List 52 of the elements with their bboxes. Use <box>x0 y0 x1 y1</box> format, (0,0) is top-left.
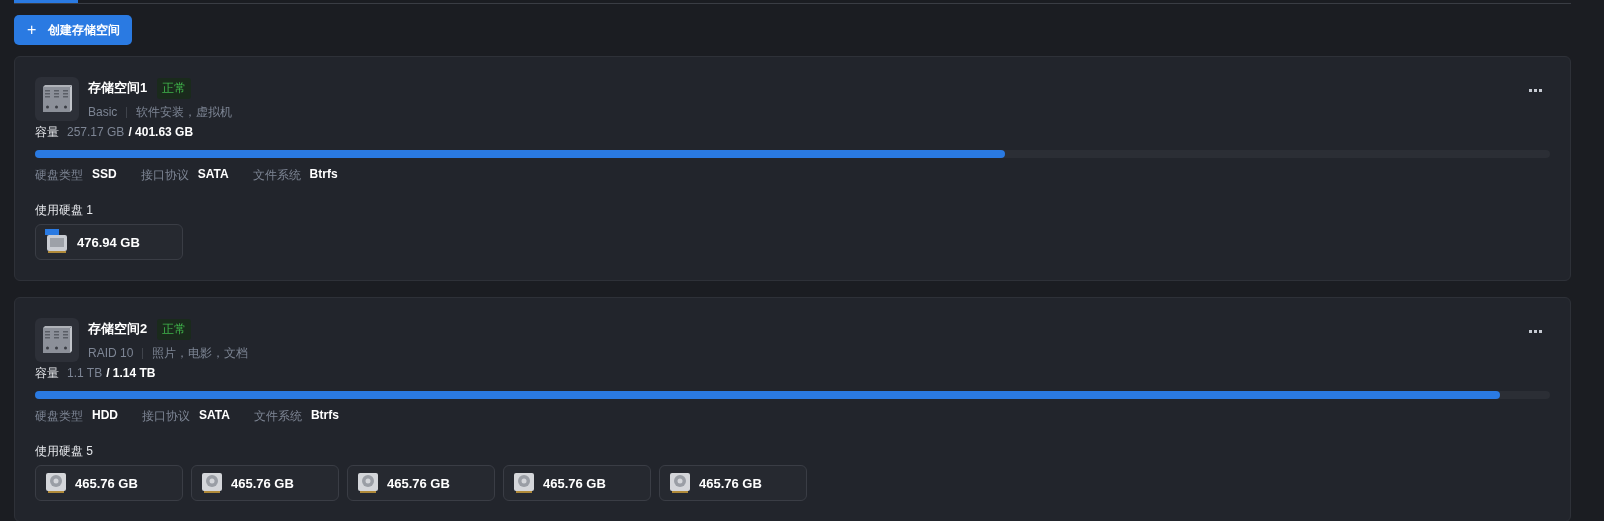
disk-size: 476.94 GB <box>77 234 140 250</box>
capacity-label: 容量 <box>35 124 59 141</box>
status-badge: 正常 <box>157 318 192 340</box>
pool-purpose: 照片，电影，文档 <box>152 344 249 362</box>
pool-title: 存储空间2 <box>88 320 148 338</box>
disks-label: 使用硬盘 1 <box>35 202 94 219</box>
raid-type: RAID 10 <box>88 346 134 360</box>
server-icon <box>42 85 72 113</box>
spec-value: SATA <box>197 167 229 183</box>
disks-label: 使用硬盘 5 <box>35 443 94 460</box>
tab-indicator <box>14 0 78 3</box>
spec-label: 文件系统 <box>252 167 301 184</box>
hard-disk-icon <box>513 471 535 495</box>
disk-size: 465.76 GB <box>543 475 606 491</box>
capacity-label: 容量 <box>35 365 59 382</box>
pool-purpose: 软件安装，虚拟机 <box>136 103 233 121</box>
disk-size: 465.76 GB <box>387 475 450 491</box>
disk-chip[interactable]: 465.76 GB <box>659 465 807 501</box>
used-capacity: 257.17 GB <box>67 125 125 139</box>
pool-title: 存储空间1 <box>88 79 148 97</box>
disk-size: 465.76 GB <box>699 475 762 491</box>
total-capacity: / 401.63 GB <box>128 125 194 139</box>
more-icon[interactable] <box>1527 328 1544 335</box>
spec-label: 文件系统 <box>253 408 302 425</box>
disk-chip[interactable]: 476.94 GB <box>35 224 183 260</box>
disk-chip[interactable]: 465.76 GB <box>503 465 651 501</box>
ssd-icon <box>45 229 69 255</box>
raid-type: Basic <box>88 105 118 119</box>
hard-disk-icon <box>357 471 379 495</box>
disk-chip[interactable]: 465.76 GB <box>35 465 183 501</box>
disk-chip[interactable]: 465.76 GB <box>191 465 339 501</box>
disk-size: 465.76 GB <box>231 475 294 491</box>
status-badge: 正常 <box>157 77 192 99</box>
total-capacity: / 1.14 TB <box>106 366 156 380</box>
disk-chip[interactable]: 465.76 GB <box>347 465 495 501</box>
spec-value: Btrfs <box>309 167 338 183</box>
create-storage-button[interactable]: + 创建存储空间 <box>14 15 133 45</box>
hard-disk-icon <box>669 471 691 495</box>
hard-disk-icon <box>201 471 223 495</box>
spec-value: SATA <box>199 408 230 424</box>
spec-label: 硬盘类型 <box>35 167 83 184</box>
spec-value: SSD <box>92 167 117 183</box>
hard-disk-icon <box>45 471 67 495</box>
spec-label: 接口协议 <box>142 408 190 425</box>
server-icon <box>42 326 72 354</box>
disk-size: 465.76 GB <box>75 475 138 491</box>
spec-label: 接口协议 <box>140 167 189 184</box>
spec-value: Btrfs <box>310 408 339 424</box>
more-icon[interactable] <box>1527 87 1544 94</box>
used-capacity: 1.1 TB <box>67 366 103 380</box>
spec-label: 硬盘类型 <box>35 408 83 425</box>
spec-value: HDD <box>92 408 118 424</box>
